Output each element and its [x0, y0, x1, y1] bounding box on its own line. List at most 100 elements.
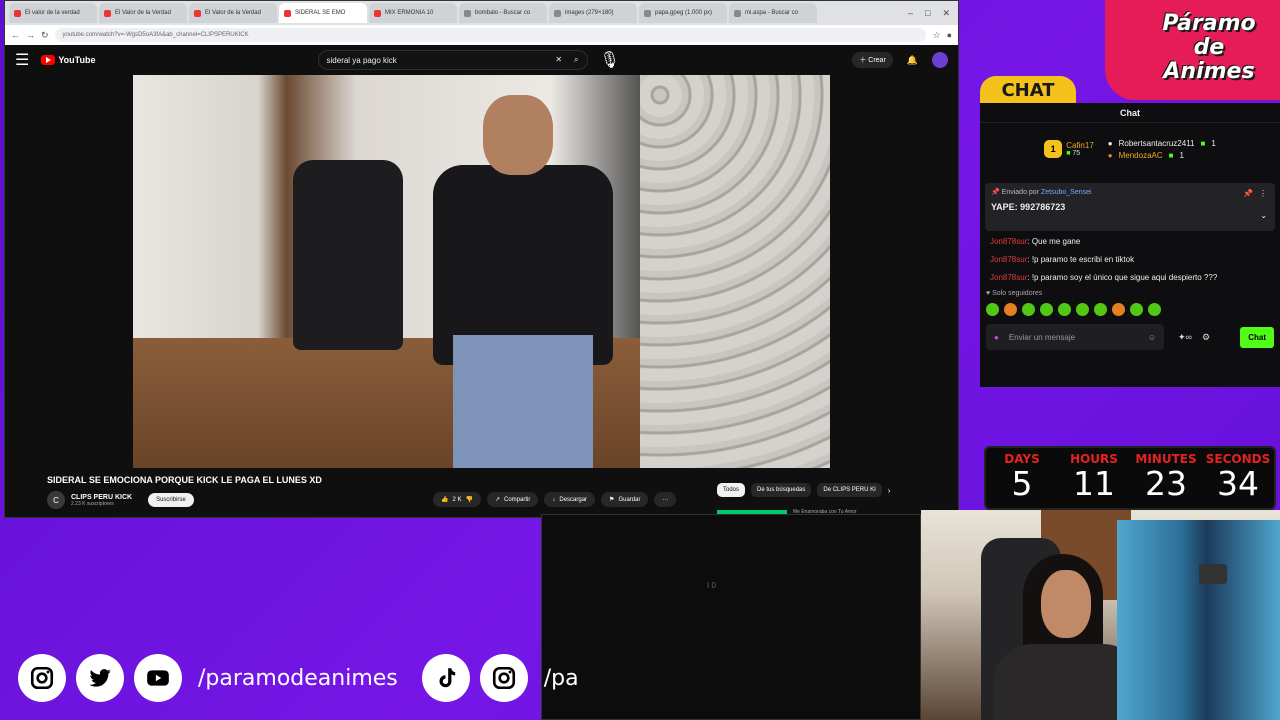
browser-tab[interactable]: El Valor de la Verdad	[189, 3, 277, 23]
webcam-guest	[1117, 510, 1280, 720]
twitter-icon	[76, 654, 124, 702]
emote-icon[interactable]	[1112, 303, 1125, 316]
close-window-button[interactable]: ✕	[942, 8, 950, 19]
video-person	[423, 95, 623, 468]
like-button[interactable]: 👍 2 K 👎	[433, 492, 481, 507]
browser-tab[interactable]: El Valor de la Verdad	[99, 3, 187, 23]
youtube-logo[interactable]: YouTube	[41, 55, 96, 65]
url-field[interactable]: youtube.com/watch?v=-WgsD5oA3fA&ab_chann…	[54, 28, 927, 42]
chat-header: Chat	[980, 103, 1280, 123]
emote-icon[interactable]	[1040, 303, 1053, 316]
emote-icon[interactable]	[1076, 303, 1089, 316]
forward-arrow-icon[interactable]: →	[26, 30, 35, 40]
youtube-play-icon	[41, 55, 56, 65]
chat-message: Jon878sur: Que me gane	[990, 237, 1081, 246]
share-button[interactable]: ↗ Compartir	[486, 492, 539, 507]
chat-input-placeholder: Enviar un mensaje	[1008, 332, 1076, 342]
related-filter-chips: Todos De tus búsquedas De CLIPS PERU KI …	[717, 483, 890, 497]
browser-tab[interactable]: papa.gpeg (1.000 px)	[639, 3, 727, 23]
avatar[interactable]	[932, 52, 948, 68]
search-input[interactable]: sideral ya pago kick ✕ ⌕	[317, 50, 588, 70]
top-gifter-name[interactable]: Cafin17	[1066, 141, 1094, 150]
browser-tab[interactable]: mi.aspa - Buscar co	[729, 3, 817, 23]
webcam-feed	[921, 510, 1280, 720]
social-links: /paramodeanimes /pa	[18, 654, 593, 702]
chip-from-channel[interactable]: De CLIPS PERU KI	[817, 483, 882, 497]
chat-message: Jon878sur: !p paramo soy el único que si…	[990, 273, 1218, 282]
star-icon[interactable]: ☆	[932, 30, 940, 41]
download-button[interactable]: ↓ Descargar	[544, 492, 596, 507]
countdown-days: DAYS 5	[1004, 452, 1040, 503]
emote-icon[interactable]	[1094, 303, 1107, 316]
browser-tab[interactable]: bombalo - Buscar co	[459, 3, 547, 23]
thumbs-down-icon[interactable]: 👎	[466, 496, 473, 503]
profile-icon[interactable]: ●	[947, 30, 952, 40]
social-handle-truncated: /pa	[543, 665, 579, 691]
thumbs-up-icon: 👍	[441, 497, 449, 503]
gift-icon: ■	[1200, 138, 1206, 148]
emote-bar	[980, 301, 1280, 318]
send-chat-button[interactable]: Chat	[1240, 326, 1274, 348]
unpin-icon[interactable]: 📌	[1243, 189, 1253, 198]
emote-icon[interactable]	[1148, 303, 1161, 316]
brand-line-3: Animes	[1163, 59, 1255, 84]
chat-input[interactable]: ● Enviar un mensaje ☺	[986, 324, 1164, 350]
gifter-name[interactable]: Robertsantacruz2411	[1119, 139, 1195, 148]
more-actions-button[interactable]: ···	[654, 492, 677, 507]
subscribe-button[interactable]: Suscribirse	[148, 493, 194, 507]
image-favicon-icon	[644, 9, 651, 17]
chat-tools: ✦∞ ⚙	[1178, 332, 1210, 343]
address-bar: ← → ↻ youtube.com/watch?v=-WgsD5oA3fA&ab…	[5, 25, 958, 45]
create-button[interactable]: ＋ Crear	[852, 52, 893, 68]
chevron-right-icon[interactable]: ›	[888, 486, 891, 495]
share-icon: ↗	[494, 497, 501, 503]
channel-name[interactable]: CLIPS PERU KICK	[71, 494, 132, 501]
chat-message: Jon878sur: !p paramo te escribi en tikto…	[990, 255, 1135, 264]
youtube-favicon-icon	[374, 9, 381, 17]
gifter-name[interactable]: MendozaAC	[1119, 151, 1163, 160]
emote-icon[interactable]	[1058, 303, 1071, 316]
more-options-icon[interactable]: ⋮	[1259, 189, 1267, 198]
browser-tab-active[interactable]: SIDERAL SE EMO	[279, 3, 367, 23]
pinned-by-user[interactable]: Zetsubo_Sensei	[1041, 189, 1092, 196]
pin-icon: 📌	[991, 189, 1000, 196]
chat-messages: Jon878sur: Que me gane Jon878sur: !p par…	[980, 233, 1280, 286]
emoji-icon[interactable]: ☺	[1148, 333, 1156, 342]
chip-all[interactable]: Todos	[717, 483, 746, 497]
emote-icon[interactable]	[1004, 303, 1017, 316]
browser-tab-bar: El valor de la verdad El Valor de la Ver…	[5, 1, 958, 25]
save-button[interactable]: ⚑ Guardar	[601, 492, 649, 507]
other-gifters: ● Robertsantacruz2411 ■ 1 ● MendozaAC ■ 1	[1107, 138, 1216, 160]
channel-avatar[interactable]: C	[47, 491, 65, 509]
clear-search-icon[interactable]: ✕	[555, 55, 562, 65]
browser-tab[interactable]: El valor de la verdad	[9, 3, 97, 23]
settings-gear-icon[interactable]: ⚙	[1202, 332, 1210, 343]
countdown-seconds: SECONDS 34	[1205, 452, 1271, 503]
points-icon[interactable]: ✦∞	[1178, 332, 1192, 343]
window-controls: – □ ✕	[908, 8, 954, 19]
emote-icon[interactable]	[1130, 303, 1143, 316]
menu-icon[interactable]: ☰	[15, 50, 29, 70]
bookmark-icon: ⚑	[609, 497, 615, 503]
panel-placeholder-text: I 0	[707, 581, 716, 590]
rank-3-icon: ●	[1107, 150, 1113, 160]
emote-icon[interactable]	[1022, 303, 1035, 316]
browser-tab[interactable]: images (279×180)	[549, 3, 637, 23]
reload-icon[interactable]: ↻	[41, 30, 49, 41]
notifications-bell-icon[interactable]: 🔔	[907, 55, 918, 66]
emote-icon[interactable]	[986, 303, 999, 316]
video-player[interactable]	[133, 75, 830, 468]
youtube-header-actions: ＋ Crear 🔔	[852, 52, 948, 68]
microphone-icon[interactable]: 🎙	[600, 50, 620, 70]
chevron-down-icon[interactable]: ⌄	[1260, 211, 1267, 220]
chip-from-searches[interactable]: De tus búsquedas	[751, 483, 812, 497]
instagram-icon	[18, 654, 66, 702]
browser-tab[interactable]: MIX ERMONIA 10	[369, 3, 457, 23]
youtube-favicon-icon	[104, 9, 111, 17]
video-actions: 👍 2 K 👎 ↗ Compartir ↓ Descargar ⚑ Guardar ···	[433, 492, 677, 507]
maximize-button[interactable]: □	[925, 8, 930, 19]
search-icon[interactable]: ⌕	[574, 55, 578, 65]
channel-info: C CLIPS PERU KICK 2.23 K suscriptores Su…	[47, 491, 194, 509]
minimize-button[interactable]: –	[908, 8, 913, 19]
back-arrow-icon[interactable]: ←	[11, 30, 20, 40]
